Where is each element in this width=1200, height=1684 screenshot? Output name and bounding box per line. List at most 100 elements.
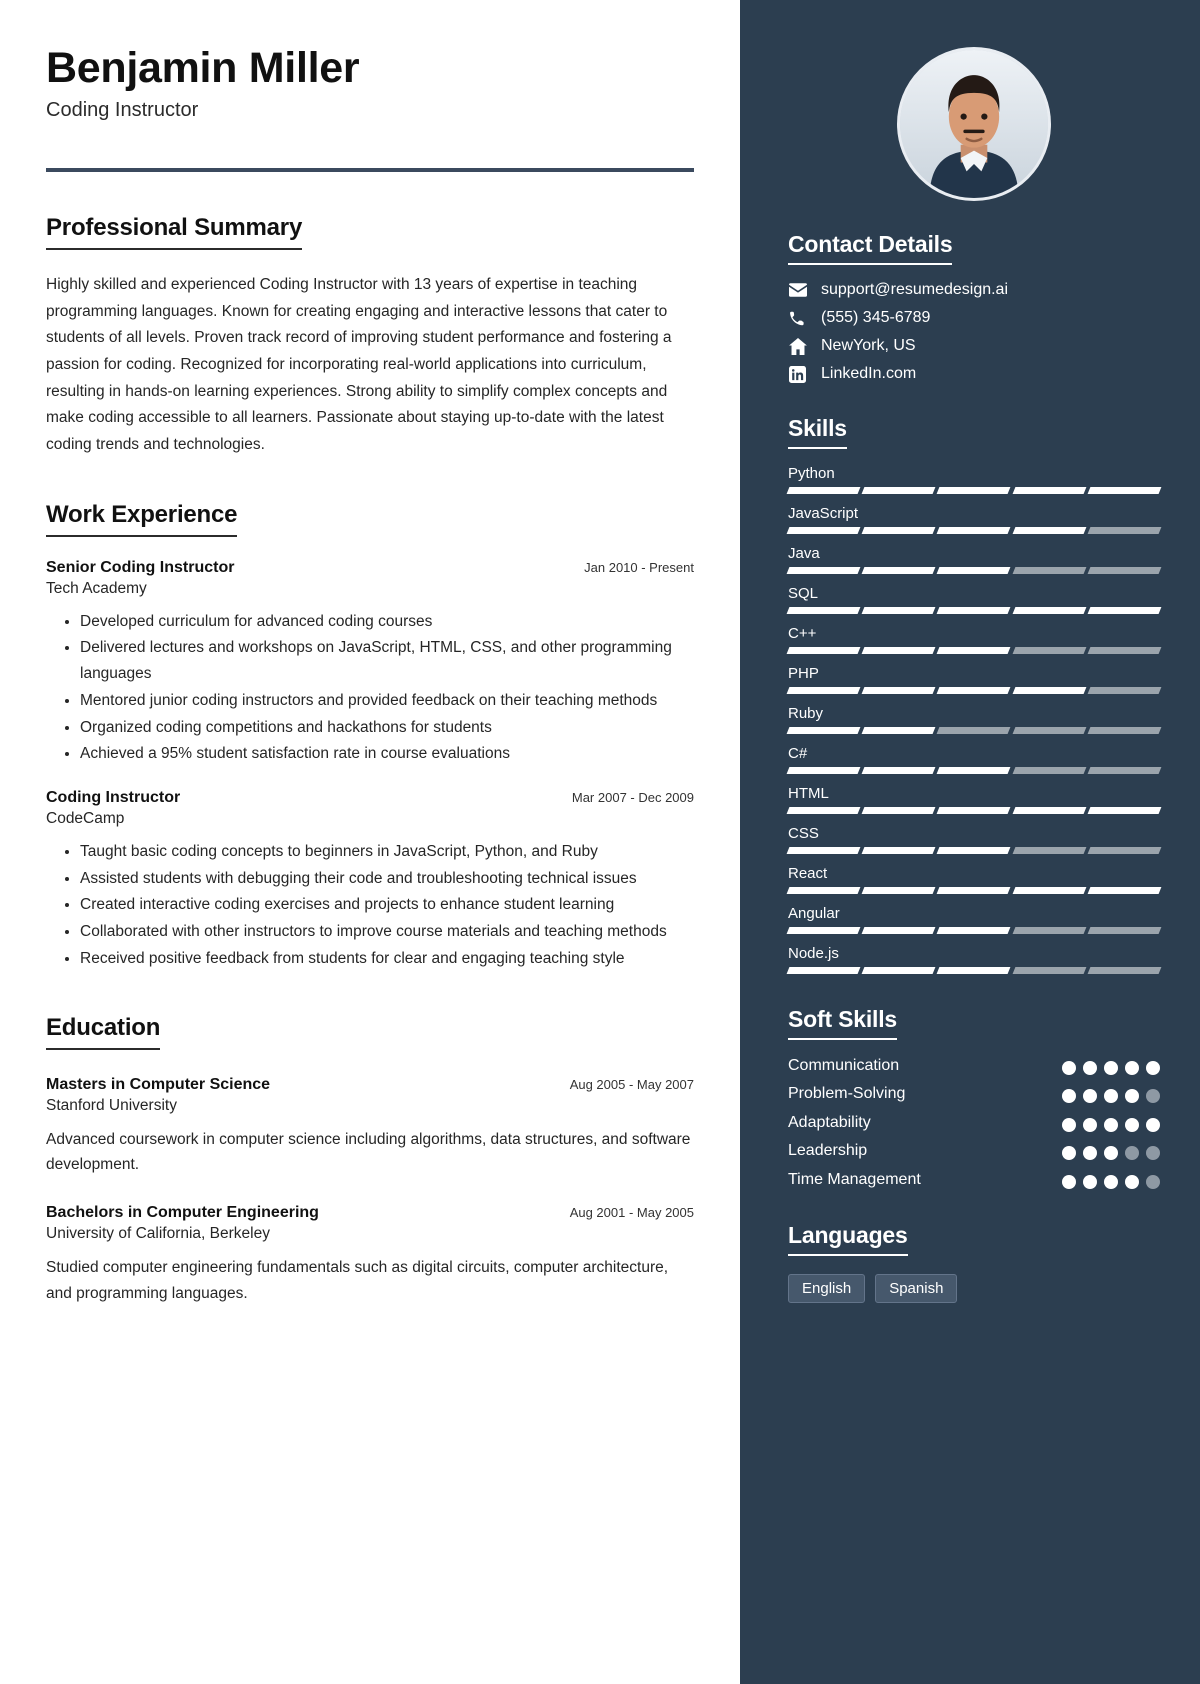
avatar-photo-icon bbox=[900, 50, 1048, 198]
skill-segment bbox=[786, 887, 861, 894]
avatar-container bbox=[788, 0, 1160, 201]
skill-segment bbox=[1012, 567, 1087, 574]
skill-level-bar bbox=[786, 567, 1162, 574]
education-date: Aug 2001 - May 2005 bbox=[569, 1205, 694, 1221]
skill-segment bbox=[861, 607, 936, 614]
skill-segment bbox=[936, 647, 1012, 654]
skill-segment bbox=[786, 847, 861, 854]
skill-segment bbox=[861, 927, 936, 934]
skill-segment bbox=[936, 847, 1012, 854]
skill-segment bbox=[1012, 647, 1087, 654]
rating-dot bbox=[1083, 1146, 1097, 1161]
rating-dot bbox=[1125, 1117, 1139, 1132]
home-icon bbox=[788, 337, 807, 355]
skill-segment bbox=[1087, 727, 1162, 734]
section-heading-summary: Professional Summary bbox=[46, 214, 302, 251]
skill-level-bar bbox=[786, 847, 1162, 854]
sidebar-column: Contact Details support@resumedesign.ai … bbox=[740, 0, 1200, 1684]
skill-name: Ruby bbox=[788, 705, 824, 722]
skills-list: Python JavaScript Java SQL C++ PHP Ruby C# HTML C… bbox=[786, 465, 1162, 974]
skill-segment bbox=[1012, 847, 1087, 854]
skill-block: Angular bbox=[786, 905, 1162, 934]
candidate-job-title: Coding Instructor bbox=[46, 99, 199, 122]
soft-skill-label: Time Management bbox=[788, 1170, 921, 1188]
contact-row-phone[interactable]: (555) 345-6789 bbox=[788, 309, 1160, 327]
skill-segment bbox=[1012, 487, 1087, 494]
work-bullet-list: Developed curriculum for advanced coding… bbox=[46, 609, 694, 767]
skill-segment bbox=[786, 767, 861, 774]
skill-segment bbox=[1087, 487, 1162, 494]
work-bullet: Mentored junior coding instructors and p… bbox=[80, 688, 694, 714]
skill-segment bbox=[936, 927, 1012, 934]
rating-dot bbox=[1125, 1174, 1139, 1189]
phone-icon bbox=[788, 310, 807, 327]
education-school: Stanford University bbox=[46, 1096, 177, 1114]
summary-text: Highly skilled and experienced Coding In… bbox=[46, 276, 672, 454]
skill-segment bbox=[1087, 567, 1162, 574]
skill-name: Node.js bbox=[788, 945, 839, 962]
work-bullet: Assisted students with debugging their c… bbox=[80, 866, 694, 892]
skill-name: CSS bbox=[788, 825, 819, 842]
language-chip: Spanish bbox=[875, 1274, 958, 1304]
rating-dot bbox=[1104, 1174, 1118, 1189]
contact-linkedin-value: LinkedIn.com bbox=[821, 365, 917, 382]
work-bullet: Created interactive coding exercises and… bbox=[80, 892, 694, 918]
skill-segment bbox=[936, 887, 1012, 894]
skill-segment bbox=[936, 767, 1012, 774]
language-chip: English bbox=[788, 1274, 866, 1304]
soft-skill-row: Communication bbox=[788, 1056, 1160, 1076]
skill-block: React bbox=[786, 865, 1162, 894]
rating-dot bbox=[1104, 1146, 1118, 1161]
skill-segment bbox=[861, 727, 936, 734]
skill-segment bbox=[1087, 647, 1162, 654]
skill-level-bar bbox=[786, 687, 1162, 694]
soft-skill-label: Adaptability bbox=[788, 1113, 871, 1131]
rating-dot bbox=[1062, 1117, 1076, 1132]
skill-segment bbox=[1087, 847, 1162, 854]
rating-dot bbox=[1083, 1061, 1097, 1075]
section-heading-soft-skills: Soft Skills bbox=[788, 1006, 897, 1040]
education-entry: Masters in Computer Science Aug 2005 - M… bbox=[46, 1076, 694, 1178]
skill-segment bbox=[1087, 807, 1162, 814]
languages-list: English Spanish bbox=[788, 1274, 1160, 1304]
soft-skill-rating bbox=[1062, 1141, 1160, 1161]
section-heading-skills: Skills bbox=[788, 415, 847, 449]
skill-segment bbox=[861, 487, 936, 494]
soft-skills-list: Communication Problem-Solving Adaptability… bbox=[788, 1056, 1160, 1190]
contact-row-linkedin[interactable]: LinkedIn.com bbox=[788, 365, 1160, 383]
skill-segment bbox=[936, 527, 1012, 534]
skill-block: HTML bbox=[786, 785, 1162, 814]
skill-segment bbox=[936, 687, 1012, 694]
skill-segment bbox=[861, 847, 936, 854]
skill-level-bar bbox=[786, 967, 1162, 974]
rating-dot bbox=[1146, 1174, 1160, 1189]
skill-segment bbox=[1012, 807, 1087, 814]
skill-segment bbox=[1087, 887, 1162, 894]
skill-segment bbox=[786, 567, 861, 574]
skill-level-bar bbox=[786, 527, 1162, 534]
work-bullet-list: Taught basic coding concepts to beginner… bbox=[46, 839, 694, 972]
skill-segment bbox=[786, 487, 861, 494]
work-bullet: Achieved a 95% student satisfaction rate… bbox=[80, 741, 694, 767]
rating-dot bbox=[1125, 1061, 1139, 1075]
skill-segment bbox=[936, 567, 1012, 574]
skill-block: CSS bbox=[786, 825, 1162, 854]
work-bullet: Received positive feedback from students… bbox=[80, 946, 694, 972]
header-divider bbox=[46, 168, 694, 173]
contact-details-section: Contact Details support@resumedesign.ai … bbox=[788, 231, 1160, 383]
soft-skill-rating bbox=[1062, 1170, 1160, 1189]
work-entry: Coding Instructor Mar 2007 - Dec 2009 Co… bbox=[46, 789, 694, 972]
section-heading-contact: Contact Details bbox=[788, 231, 953, 265]
work-company: Tech Academy bbox=[46, 579, 147, 597]
work-company: CodeCamp bbox=[46, 810, 125, 828]
rating-dot bbox=[1125, 1089, 1139, 1104]
education-date: Aug 2005 - May 2007 bbox=[569, 1076, 694, 1092]
contact-row-email[interactable]: support@resumedesign.ai bbox=[788, 281, 1160, 299]
skill-name: C++ bbox=[788, 625, 817, 642]
skill-segment bbox=[936, 487, 1012, 494]
languages-section: Languages English Spanish bbox=[788, 1222, 1160, 1304]
skill-block: Ruby bbox=[786, 705, 1162, 734]
skill-segment bbox=[786, 687, 861, 694]
contact-email-value: support@resumedesign.ai bbox=[821, 281, 1009, 298]
contact-row-location[interactable]: NewYork, US bbox=[788, 337, 1160, 355]
